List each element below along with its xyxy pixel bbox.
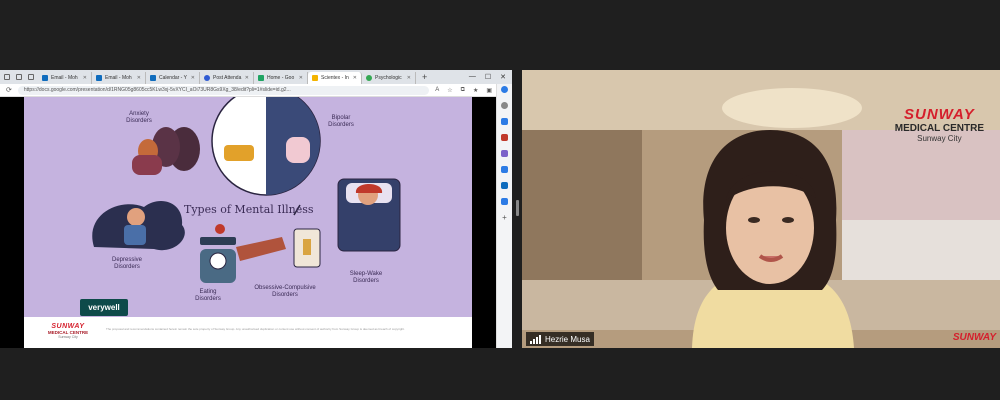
close-tab-icon[interactable]: ✕ xyxy=(191,75,195,81)
tag-icon[interactable] xyxy=(501,118,508,125)
close-tab-icon[interactable]: ✕ xyxy=(83,75,87,81)
background-city: Sunway City xyxy=(917,134,962,143)
presentation-slide: Types of Mental Illness Anxiety Disorder… xyxy=(24,97,472,348)
new-tab-button[interactable]: + xyxy=(416,72,433,82)
browser-tab[interactable]: Post Attenda ✕ xyxy=(200,72,254,84)
tab-label: Email - Moh xyxy=(105,75,132,81)
outlook-sidebar-icon[interactable] xyxy=(501,182,508,189)
slide-viewport: Types of Mental Illness Anxiety Disorder… xyxy=(0,97,496,348)
toolbox-icon[interactable] xyxy=(501,134,508,141)
participant-name-tag: Hezrie Musa xyxy=(526,332,594,346)
participant-video-tile[interactable]: SUNWAY MEDICAL CENTRE Sunway City SUNWAY… xyxy=(522,70,1000,348)
footer-city: Sunway City xyxy=(58,335,78,339)
browser-tab[interactable]: Calendar - Y ✕ xyxy=(146,72,200,84)
tab-label: Home - Goo xyxy=(267,75,295,81)
web-icon xyxy=(366,75,372,81)
tab-label: Scientex - In xyxy=(321,75,349,81)
anxiety-illustration xyxy=(132,127,200,175)
slide-footer: SUNWAY MEDICAL CENTRE Sunway City The pr… xyxy=(24,317,472,348)
workspace-icon[interactable] xyxy=(28,74,34,80)
tab-label: Post Attenda xyxy=(213,75,242,81)
office-icon[interactable] xyxy=(501,166,508,173)
label-anxiety: Anxiety Disorders xyxy=(126,111,152,124)
label-sleep: Sleep-Wake Disorders xyxy=(349,271,383,284)
close-tab-icon[interactable]: ✕ xyxy=(353,75,357,81)
read-aloud-icon[interactable]: A xyxy=(435,87,439,94)
tab-label: Psychologic xyxy=(375,75,402,81)
tab-actions-icon[interactable] xyxy=(16,74,22,80)
browser-tab[interactable]: Email - Moh ✕ xyxy=(38,72,92,84)
browser-tab[interactable]: Home - Goo ✕ xyxy=(254,72,308,84)
label-depressive: Depressive Disorders xyxy=(111,257,142,270)
word-icon[interactable] xyxy=(501,198,508,205)
add-icon[interactable]: + xyxy=(501,214,508,222)
verywell-logo: verywell xyxy=(80,299,128,316)
zoom-icon xyxy=(204,75,210,81)
slide-title: Types of Mental Illness xyxy=(184,203,314,216)
footer-logo: SUNWAY MEDICAL CENTRE Sunway City xyxy=(38,323,98,339)
favorite-star-icon[interactable]: ☆ xyxy=(447,87,452,94)
depressive-illustration xyxy=(92,201,185,251)
google-drive-icon xyxy=(258,75,264,81)
browser-sidebar: + xyxy=(496,84,512,348)
bipolar-illustration xyxy=(211,97,321,196)
browser-tab[interactable]: Psychologic ✕ xyxy=(362,72,416,84)
background-subbrand: MEDICAL CENTRE xyxy=(894,123,984,134)
participant-name: Hezrie Musa xyxy=(545,334,590,344)
refresh-icon[interactable]: ⟳ xyxy=(6,86,12,94)
browser-tab-active[interactable]: Scientex - In ✕ xyxy=(308,72,362,84)
games-icon[interactable] xyxy=(501,150,508,157)
copilot-icon[interactable] xyxy=(501,86,508,93)
label-bipolar: Bipolar Disorders xyxy=(328,115,354,128)
maximize-icon[interactable]: ☐ xyxy=(485,73,491,81)
close-tab-icon[interactable]: ✕ xyxy=(137,75,141,81)
split-screen-icon[interactable]: ⧉ xyxy=(461,87,465,94)
label-eating: Eating Disorders xyxy=(195,289,221,302)
tab-label: Calendar - Y xyxy=(159,75,187,81)
background-brand: SUNWAY xyxy=(904,106,975,123)
window-menu-icon[interactable] xyxy=(4,74,10,80)
favorites-icon[interactable]: ★ xyxy=(473,87,478,94)
meeting-stage: Email - Moh ✕ Email - Moh ✕ Calendar - Y ✕ … xyxy=(0,0,1000,400)
minimize-icon[interactable]: — xyxy=(469,73,476,81)
collections-icon[interactable]: ▣ xyxy=(486,87,492,94)
label-ocd: Obsessive-Compulsive Disorders xyxy=(254,285,316,298)
url-field[interactable]: https://docs.google.com/presentation/d/1… xyxy=(17,85,430,95)
close-tab-icon[interactable]: ✕ xyxy=(245,75,249,81)
google-slides-icon xyxy=(312,75,318,81)
browser-tab[interactable]: Email - Moh ✕ xyxy=(92,72,146,84)
background-logo: SUNWAY MEDICAL CENTRE Sunway City xyxy=(895,106,984,143)
window-controls xyxy=(0,74,38,80)
close-tab-icon[interactable]: ✕ xyxy=(299,75,303,81)
footer-disclaimer: The proposal and recommendations contain… xyxy=(106,327,405,331)
sleep-illustration xyxy=(337,178,401,252)
tab-label: Email - Moh xyxy=(51,75,78,81)
window-buttons: — ☐ ✕ xyxy=(469,73,512,81)
outlook-icon xyxy=(96,75,102,81)
browser-tab-bar: Email - Moh ✕ Email - Moh ✕ Calendar - Y ✕ … xyxy=(0,70,512,84)
shared-screen-tile[interactable]: Email - Moh ✕ Email - Moh ✕ Calendar - Y ✕ … xyxy=(0,70,512,348)
close-window-icon[interactable]: ✕ xyxy=(500,73,506,81)
split-divider-handle[interactable] xyxy=(516,200,519,216)
background-bottom-brand: SUNWAY xyxy=(952,332,996,343)
signal-strength-icon xyxy=(530,334,541,344)
address-bar-row: ⟳ https://docs.google.com/presentation/d… xyxy=(0,84,512,97)
calendar-icon xyxy=(150,75,156,81)
search-icon[interactable] xyxy=(501,102,508,109)
close-tab-icon[interactable]: ✕ xyxy=(407,75,411,81)
eating-illustration xyxy=(200,224,236,283)
footer-brand: SUNWAY xyxy=(51,323,85,330)
outlook-icon xyxy=(42,75,48,81)
